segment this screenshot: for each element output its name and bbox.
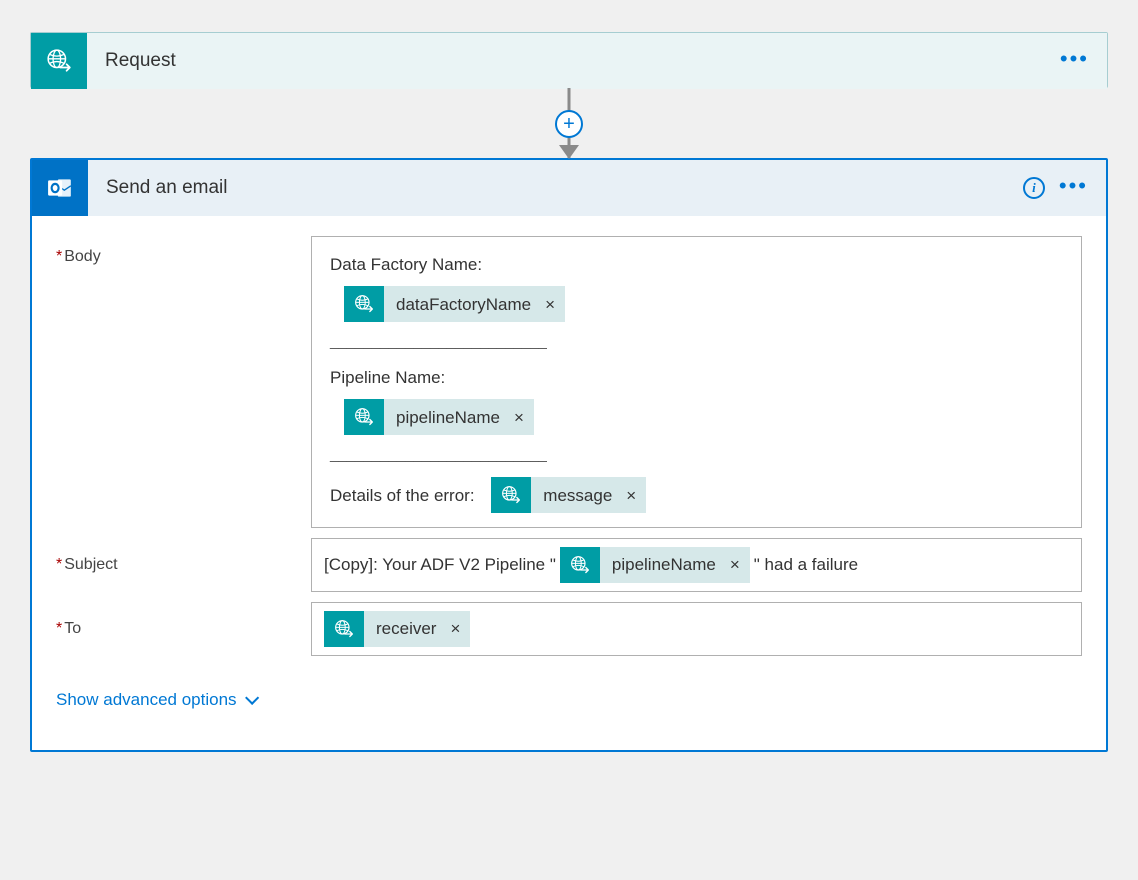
globe-icon bbox=[491, 477, 531, 513]
globe-icon bbox=[324, 611, 364, 647]
globe-icon bbox=[344, 286, 384, 322]
globe-icon bbox=[560, 547, 600, 583]
token-message[interactable]: message × bbox=[491, 477, 646, 513]
request-more-icon[interactable]: ••• bbox=[1060, 55, 1089, 67]
token-pipelinename-subject[interactable]: pipelineName × bbox=[560, 547, 750, 583]
subject-label: *Subject bbox=[56, 556, 311, 574]
body-text-line: Pipeline Name: bbox=[330, 364, 1063, 391]
send-email-header[interactable]: Send an email i ••• bbox=[32, 160, 1106, 216]
token-pipelinename[interactable]: pipelineName × bbox=[344, 399, 534, 435]
body-input[interactable]: Data Factory Name: dataFactoryName × ___… bbox=[311, 236, 1082, 528]
chevron-down-icon bbox=[245, 691, 259, 705]
token-receiver[interactable]: receiver × bbox=[324, 611, 470, 647]
body-text-line: Data Factory Name: bbox=[330, 251, 1063, 278]
remove-token-icon[interactable]: × bbox=[622, 482, 646, 509]
to-label: *To bbox=[56, 620, 311, 638]
outlook-icon bbox=[32, 160, 88, 216]
request-title: Request bbox=[87, 33, 1060, 89]
connector: + bbox=[30, 88, 1108, 158]
add-step-button[interactable]: + bbox=[555, 110, 583, 138]
remove-token-icon[interactable]: × bbox=[446, 619, 470, 639]
to-input[interactable]: receiver × bbox=[311, 602, 1082, 656]
send-email-title: Send an email bbox=[88, 160, 1023, 216]
send-email-card: Send an email i ••• *Body Data Factory N… bbox=[30, 158, 1108, 752]
body-text-line: Details of the error: bbox=[330, 482, 475, 509]
send-more-icon[interactable]: ••• bbox=[1059, 182, 1088, 194]
globe-icon bbox=[344, 399, 384, 435]
remove-token-icon[interactable]: × bbox=[541, 291, 565, 318]
remove-token-icon[interactable]: × bbox=[726, 555, 750, 575]
request-card[interactable]: Request ••• bbox=[30, 32, 1108, 88]
token-datafactoryname[interactable]: dataFactoryName × bbox=[344, 286, 565, 322]
info-icon[interactable]: i bbox=[1023, 177, 1045, 199]
remove-token-icon[interactable]: × bbox=[510, 404, 534, 431]
body-label: *Body bbox=[56, 236, 311, 266]
show-advanced-options[interactable]: Show advanced options bbox=[56, 690, 255, 710]
subject-input[interactable]: [Copy]: Your ADF V2 Pipeline " pipelineN… bbox=[311, 538, 1082, 592]
request-icon bbox=[31, 33, 87, 89]
